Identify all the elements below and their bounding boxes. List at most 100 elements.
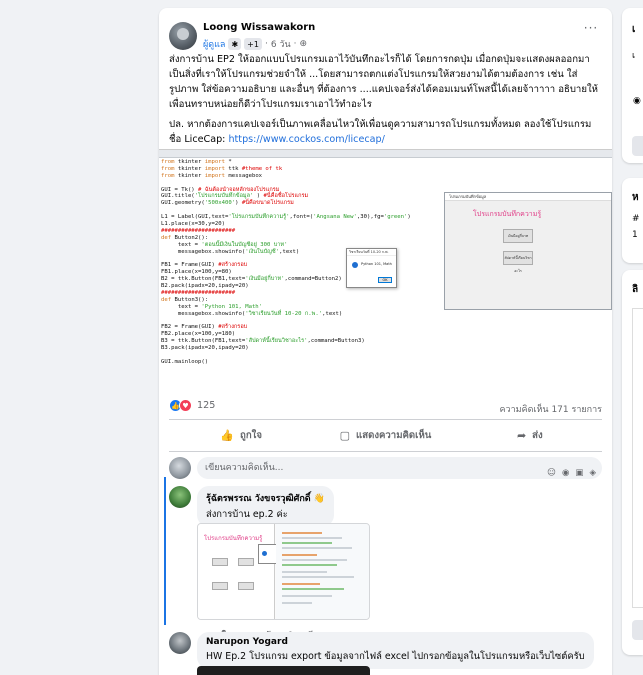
meta-separator: · xyxy=(264,39,268,49)
code-line: text = 'Python 101, Math' xyxy=(161,304,441,311)
comment-input-placeholder: เขียนความคิดเห็น... xyxy=(205,463,284,473)
gif-icon[interactable]: ▣ xyxy=(575,462,583,484)
admin-role-link[interactable]: ผู้ดูแล xyxy=(203,37,225,51)
sidebar-card-heading: เ xyxy=(632,24,636,35)
code-line: text = 'ตอนนี้มีเงินในบัญชีอยู่ 300 บาท' xyxy=(161,242,441,249)
commenter-avatar[interactable] xyxy=(169,632,191,654)
commenter-name[interactable]: Narupon Yogard xyxy=(206,637,585,647)
code-line: from tkinter import * xyxy=(161,159,441,166)
composer-tools: ☺ ◉ ▣ ◈ xyxy=(547,462,596,484)
love-reaction-icon: ♥ xyxy=(179,399,192,412)
code-token: import xyxy=(204,165,229,172)
editor-toolbar xyxy=(159,150,612,158)
licecap-link[interactable]: https://www.cockos.com/licecap/ xyxy=(228,134,384,145)
comment-input[interactable]: เขียนความคิดเห็น... ☺ ◉ ▣ ◈ xyxy=(197,457,602,479)
like-label: ถูกใจ xyxy=(240,430,262,441)
code-token: from xyxy=(161,165,178,172)
comment-image-button xyxy=(212,582,228,590)
code-token: GUI.geometry( xyxy=(161,200,205,207)
post-paragraph-1: ส่งการบ้าน EP2 ให้ออกแบบโปรแกรมเอาไว้บัน… xyxy=(169,54,598,110)
post-image[interactable]: from tkinter import * from tkinter import… xyxy=(159,149,612,389)
sticker-icon[interactable]: ◈ xyxy=(589,462,596,484)
code-token: #สร้างกรอบ xyxy=(218,262,248,269)
code-token: tkinter xyxy=(177,159,205,165)
messagebox-ok-button: OK xyxy=(378,277,392,283)
code-token: GUI.title( xyxy=(161,193,195,200)
hashtag-text[interactable]: # xyxy=(632,214,640,224)
code-token: B3.pack(ipadx=20,ipady=20) xyxy=(161,345,249,352)
code-token: #นี่คือขนาดโปรแกรม xyxy=(241,200,294,207)
code-token: ,text) xyxy=(279,248,300,255)
code-token: 'โปรแกรมบันทึกความรู้' xyxy=(228,214,290,221)
tk-button-subject: สัปดาห์นี้เรียนวิชาอะไร xyxy=(503,251,533,273)
comment-image[interactable]: โปรแกรมบันทึกความรู้ xyxy=(197,523,370,620)
current-user-avatar[interactable] xyxy=(169,457,191,479)
code-token: ,30),fg= xyxy=(356,214,384,221)
comment-composer: เขียนความคิดเห็น... ☺ ◉ ▣ ◈ xyxy=(169,457,602,479)
code-token: L1 = Label(GUI,text= xyxy=(161,214,229,221)
code-token: FB2 = Frame(GUI) xyxy=(161,324,219,331)
tk-window: โปรแกรมบันทึกข้อมูล โปรแกรมบันทึกความรู้… xyxy=(444,192,612,310)
reactions-summary[interactable]: 👍 ♥ 125 xyxy=(169,399,215,412)
code-token: FB1.place(x=100,y=80) xyxy=(161,269,232,276)
code-token: messagebox.showinfo( xyxy=(161,310,246,317)
feed-post: Loong Wissawakorn ผู้ดูแล ✱ +1 · 6 วัน ·… xyxy=(159,8,612,675)
code-token: ###################### xyxy=(161,227,236,234)
code-token: messagebox xyxy=(228,172,263,179)
code-token: B3 = ttk.Button(FB1,text= xyxy=(161,338,246,345)
share-button[interactable]: ➦ ส่ง xyxy=(458,420,602,451)
author-name[interactable]: Loong Wissawakorn xyxy=(203,22,315,33)
code-line: L1 = Label(GUI,text='โปรแกรมบันทึกความรู… xyxy=(161,214,441,221)
code-token: text = xyxy=(161,241,202,248)
author-avatar[interactable] xyxy=(169,22,197,50)
code-line xyxy=(282,537,342,539)
commenter-avatar[interactable] xyxy=(169,486,191,508)
share-icon: ➦ xyxy=(516,429,527,442)
code-token: B2.pack(ipadx=20,ipady=20) xyxy=(161,283,249,290)
comment-image-button xyxy=(238,582,254,590)
code-line: def Button3(): xyxy=(161,297,441,304)
badge-count[interactable]: +1 xyxy=(244,38,262,50)
sidebar-card-button[interactable] xyxy=(632,136,643,156)
comment-image-button xyxy=(238,558,254,566)
emoji-icon[interactable]: ☺ xyxy=(547,462,556,484)
thumbs-up-icon: 👍 xyxy=(220,429,235,442)
commenter-name[interactable]: รุ้ฉัตรพรรณ วังขจรวุฒิศักดิ์ 👋 xyxy=(206,491,325,505)
like-button[interactable]: 👍 ถูกใจ xyxy=(169,420,313,451)
code-token: #theme of tk xyxy=(241,165,283,172)
comment-text: ส่งการบ้าน ep.2 ค่ะ xyxy=(206,509,288,520)
comment-count[interactable]: ความคิดเห็น 171 รายการ xyxy=(500,402,603,416)
camera-icon[interactable]: ◉ xyxy=(562,462,569,484)
comment-bubble: Narupon Yogard HW Ep.2 โปรแกรม export ข้… xyxy=(197,632,594,669)
post-time[interactable]: 6 วัน xyxy=(271,37,291,51)
sidebar-card-button[interactable] xyxy=(632,620,643,640)
code-line xyxy=(282,571,327,573)
code-block: from tkinter import * from tkinter import… xyxy=(161,159,441,366)
code-token: def xyxy=(161,234,175,241)
more-horizontal-icon[interactable]: ··· xyxy=(582,22,600,36)
globe-icon: ⊕ xyxy=(299,39,308,49)
code-token: L1.place(x=30,y=20) xyxy=(161,221,225,228)
messagebox-text: Python 101, Math xyxy=(361,262,392,266)
sidebar-card: ห # 1 xyxy=(622,178,643,263)
comment-image[interactable] xyxy=(197,666,370,675)
code-line xyxy=(282,595,332,597)
code-token: tkinter xyxy=(177,172,205,179)
code-token: 'ตอนนี้มีเงินในบัญชีอยู่ 300 บาท' xyxy=(201,241,288,248)
sidebar-card-heading: ลิ xyxy=(632,284,639,295)
code-token: # ฉันต้องนำจอหลักของโปรแกรม xyxy=(198,186,280,193)
code-line: ###################### xyxy=(161,290,441,297)
code-token: #นี่คือชื่อโปรแกรม xyxy=(263,193,309,200)
code-token: ttk xyxy=(228,165,242,172)
code-line: L1.place(x=30,y=20) xyxy=(161,221,441,228)
comment-text: HW Ep.2 โปรแกรม export ข้อมูลจากไฟล์ exc… xyxy=(206,651,585,662)
post-body: ส่งการบ้าน EP2 ให้ออกแบบโปรแกรมเอาไว้บัน… xyxy=(169,52,602,152)
code-token: import xyxy=(204,159,229,165)
tk-window-title: โปรแกรมบันทึกข้อมูล xyxy=(445,193,611,201)
code-line xyxy=(282,542,332,544)
eye-icon: ◉ xyxy=(633,96,641,106)
tk-button-money: เงินมีอยู่กี่บาท xyxy=(503,229,533,243)
comment-button[interactable]: ▢ แสดงความคิดเห็น xyxy=(313,420,457,451)
wave-icon: 👋 xyxy=(313,494,325,504)
